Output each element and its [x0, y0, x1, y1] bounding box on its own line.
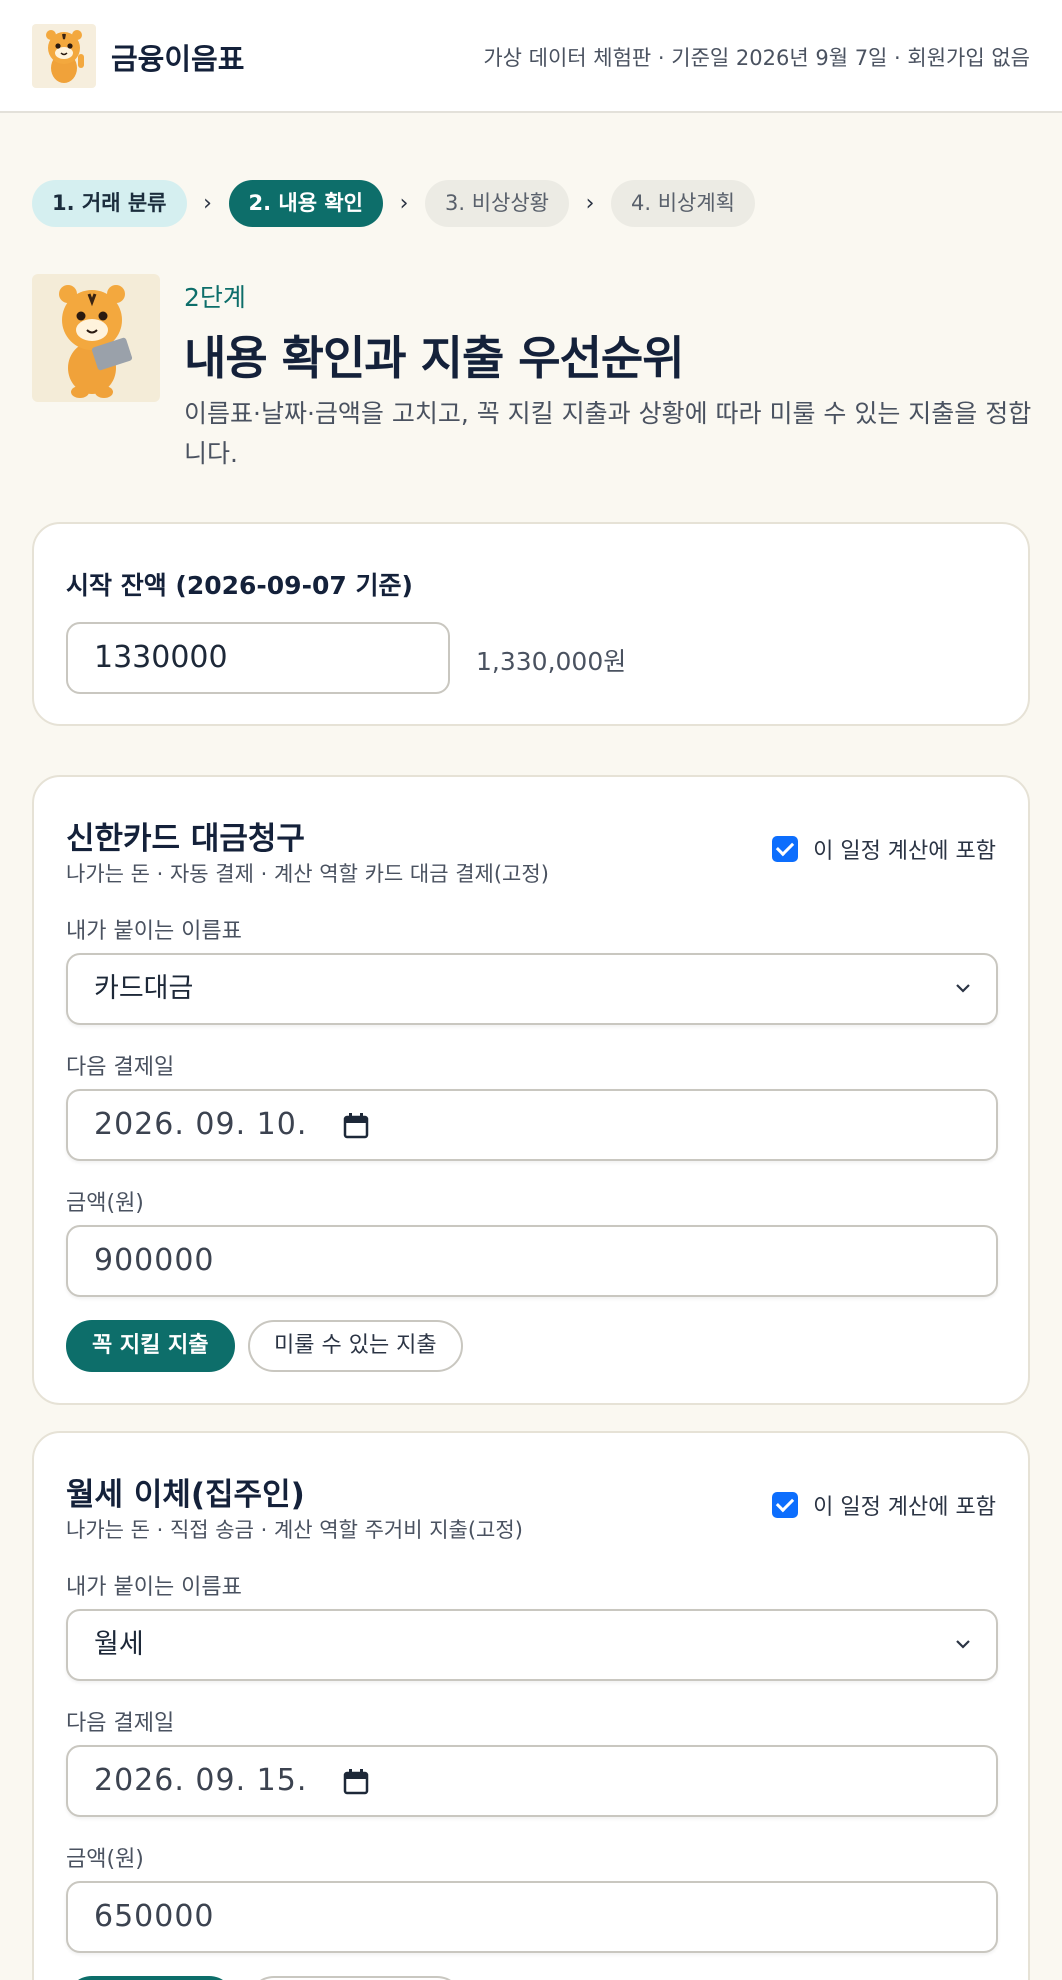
demo-note: 가상 데이터 체험판 · 기준일 2026년 9월 7일 · 회원가입 없음: [483, 46, 1030, 70]
step-indicator: 2단계: [184, 283, 246, 312]
step-emergency[interactable]: 3. 비상상황: [425, 179, 569, 227]
chevron-down-icon: [956, 984, 970, 993]
tiger-logo-icon: [32, 24, 96, 88]
must-spend-button[interactable]: 꼭 지킬 지출: [66, 1976, 235, 1980]
priority-toggle: 꼭 지킬 지출 미룰 수 있는 지출: [66, 1976, 966, 1980]
top-bar: 금융이음표 가상 데이터 체험판 · 기준일 2026년 9월 7일 · 회원가…: [0, 0, 1062, 113]
amount-value: 650000: [94, 1899, 215, 1934]
step-classify[interactable]: 1. 거래 분류: [32, 179, 187, 227]
include-label: 이 일정 계산에 포함: [813, 839, 996, 864]
tag-select[interactable]: 카드대금: [66, 953, 998, 1025]
date-value: 2026. 09. 15.: [94, 1763, 308, 1798]
page-description: 이름표·날짜·금액을 고치고, 꼭 지킬 지출과 상황에 따라 미룰 수 있는 …: [184, 399, 1032, 468]
date-input[interactable]: 2026. 09. 15.: [66, 1745, 998, 1817]
tiger-laptop-illustration: [32, 274, 160, 402]
must-spend-button[interactable]: 꼭 지킬 지출: [66, 1320, 235, 1372]
deferrable-spend-button[interactable]: 미룰 수 있는 지출: [248, 1320, 463, 1372]
date-label: 다음 결제일: [66, 1711, 175, 1736]
include-checkbox[interactable]: [772, 1492, 799, 1518]
step-plan[interactable]: 4. 비상계획: [611, 179, 755, 227]
chevron-down-icon: [956, 1640, 970, 1649]
date-value: 2026. 09. 10.: [94, 1107, 308, 1142]
start-balance-label: 시작 잔액 (2026-09-07 기준): [66, 571, 413, 600]
tag-select[interactable]: 월세: [66, 1609, 998, 1681]
amount-input[interactable]: 900000: [66, 1225, 998, 1297]
amount-input[interactable]: 650000: [66, 1881, 998, 1953]
tag-value: 카드대금: [94, 973, 194, 1004]
calendar-icon[interactable]: [341, 1111, 371, 1141]
tag-value: 월세: [94, 1629, 144, 1660]
include-toggle[interactable]: 이 일정 계산에 포함: [772, 833, 996, 865]
step-separator: ›: [203, 190, 212, 216]
transaction-title: 신한카드 대금청구: [66, 821, 305, 857]
start-balance-formatted: 1,330,000원: [476, 647, 627, 676]
tag-label: 내가 붙이는 이름표: [66, 1575, 242, 1600]
deferrable-spend-button[interactable]: 미룰 수 있는 지출: [248, 1976, 463, 1980]
calendar-icon[interactable]: [341, 1767, 371, 1797]
include-toggle[interactable]: 이 일정 계산에 포함: [772, 1489, 996, 1521]
start-balance-input[interactable]: 1330000: [66, 622, 450, 694]
transaction-meta: 나가는 돈 · 직접 송금 · 계산 역할 주거비 지출(고정): [66, 1518, 523, 1542]
step-review[interactable]: 2. 내용 확인: [228, 179, 383, 227]
step-separator: ›: [399, 190, 409, 216]
transaction-card: 월세 이체(집주인) 나가는 돈 · 직접 송금 · 계산 역할 주거비 지출(…: [32, 1431, 1030, 1980]
date-label: 다음 결제일: [66, 1055, 175, 1080]
include-checkbox[interactable]: [772, 836, 799, 862]
step-separator: ›: [585, 190, 595, 216]
step-progress: 1. 거래 분류 › 2. 내용 확인 › 3. 비상상황 › 4. 비상계획: [32, 179, 755, 227]
page-title: 내용 확인과 지출 우선순위: [184, 331, 685, 385]
transaction-meta: 나가는 돈 · 자동 결제 · 계산 역할 카드 대금 결제(고정): [66, 862, 549, 886]
include-label: 이 일정 계산에 포함: [813, 1495, 996, 1520]
amount-value: 900000: [94, 1243, 215, 1278]
amount-label: 금액(원): [66, 1191, 144, 1216]
transaction-card: 신한카드 대금청구 나가는 돈 · 자동 결제 · 계산 역할 카드 대금 결제…: [32, 775, 1030, 1405]
tag-label: 내가 붙이는 이름표: [66, 919, 242, 944]
start-balance-card: 시작 잔액 (2026-09-07 기준) 1330000 1,330,000원: [32, 522, 1030, 726]
date-input[interactable]: 2026. 09. 10.: [66, 1089, 998, 1161]
amount-label: 금액(원): [66, 1847, 144, 1872]
priority-toggle: 꼭 지킬 지출 미룰 수 있는 지출: [66, 1320, 966, 1372]
transaction-title: 월세 이체(집주인): [66, 1477, 305, 1513]
app-name: 금융이음표: [111, 42, 245, 76]
